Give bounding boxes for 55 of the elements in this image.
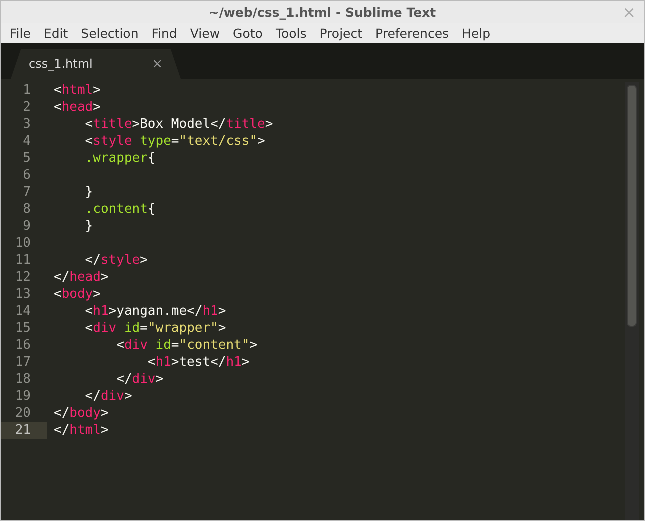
line-number: 14: [14, 303, 32, 320]
code-line: <head>: [53, 99, 101, 116]
menu-item[interactable]: Help: [456, 26, 498, 40]
line-number: 15: [14, 320, 32, 337]
menu-item[interactable]: Goto: [227, 26, 270, 40]
line-number: 5: [22, 150, 32, 167]
line-number: 4: [22, 133, 32, 150]
menu-item[interactable]: Find: [146, 26, 184, 40]
code-line: <h1>yangan.me</h1>: [84, 303, 226, 320]
line-number: 21: [1, 422, 47, 439]
line-number: 18: [14, 371, 32, 388]
line-number: 3: [22, 116, 32, 133]
menu-item[interactable]: Edit: [38, 26, 76, 40]
code-line: </div>: [116, 371, 164, 388]
menu-item[interactable]: View: [184, 26, 228, 40]
line-number: 11: [14, 252, 32, 269]
code-line: </head>: [53, 269, 109, 286]
code-line: <div id="content">: [116, 337, 258, 354]
line-number: 9: [22, 218, 32, 235]
line-number: 20: [14, 405, 32, 422]
code-line: <body>: [53, 286, 101, 303]
line-number: 12: [14, 269, 32, 286]
code-line: }: [84, 218, 94, 235]
code-line: }: [84, 184, 94, 201]
menu-item[interactable]: Project: [314, 26, 370, 40]
menu-item[interactable]: Selection: [75, 26, 146, 40]
line-number: 1: [22, 82, 32, 99]
scrollbar-thumb[interactable]: [627, 85, 637, 327]
code-line: <h1>test</h1>: [146, 354, 250, 371]
scrollbar[interactable]: [625, 82, 639, 520]
code-line: <html>: [53, 82, 101, 99]
code-line: </style>: [84, 252, 148, 269]
line-number: 10: [14, 235, 32, 252]
code-line: </html>: [53, 422, 109, 439]
line-number: 8: [22, 201, 32, 218]
file-tab[interactable]: css_1.html ×: [11, 49, 181, 79]
line-number: 7: [22, 184, 32, 201]
line-number: 2: [22, 99, 32, 116]
line-number: 19: [14, 388, 32, 405]
code-line: </body>: [53, 405, 109, 422]
menu-item[interactable]: Tools: [270, 26, 314, 40]
line-number: 6: [22, 167, 32, 184]
line-number: 16: [14, 337, 32, 354]
window-title: ~/web/css_1.html - Sublime Text: [208, 4, 436, 20]
close-tab-button[interactable]: ×: [152, 56, 163, 72]
code-line: <style type="text/css">: [84, 133, 266, 150]
code-line: <title>Box Model</title>: [84, 116, 274, 133]
menu-item[interactable]: File: [4, 26, 38, 40]
menu-item[interactable]: Preferences: [370, 26, 456, 40]
code-line: </div>: [84, 388, 132, 405]
code-line: .content{: [84, 201, 156, 218]
code-line: .wrapper{: [84, 150, 156, 167]
line-number: 17: [14, 354, 32, 371]
code-line: <div id="wrapper">: [84, 320, 226, 337]
line-number: 13: [14, 286, 32, 303]
